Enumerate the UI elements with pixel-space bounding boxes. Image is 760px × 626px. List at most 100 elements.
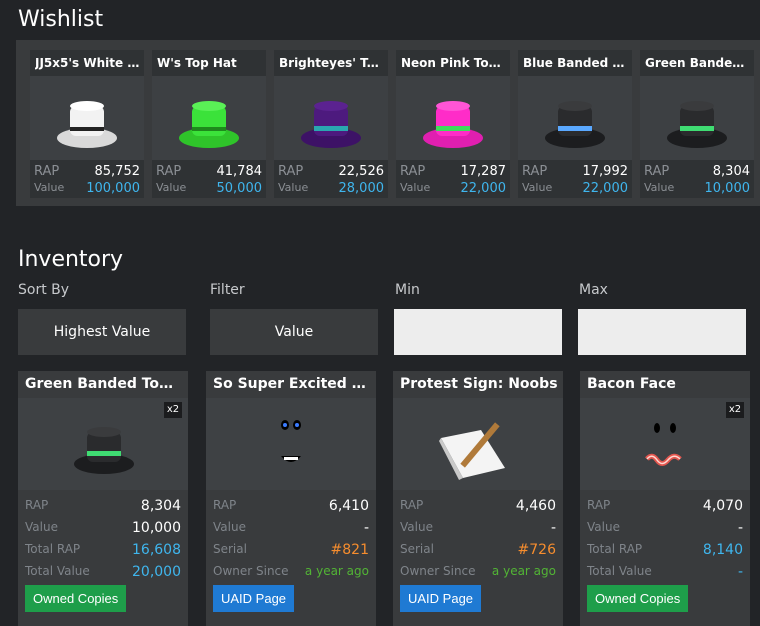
wishlist-item-name[interactable]: W's Top Hat [157, 56, 263, 70]
rap-label: RAP [156, 164, 182, 179]
rap-value: 22,526 [338, 164, 385, 179]
stat-label: RAP [400, 498, 424, 512]
wishlist-card[interactable]: Blue Banded Top Hat RAP 17,992 Value 22,00… [518, 50, 632, 198]
inventory-item-name[interactable]: Bacon Face [587, 376, 745, 392]
value-label: Value [34, 181, 65, 194]
inventory-card[interactable]: Protest Sign: Noobs RAP 4,460 Value - Seri… [393, 371, 563, 626]
purple-top-hat-icon[interactable] [274, 76, 388, 160]
pink-top-hat-icon[interactable] [396, 76, 510, 160]
owned-copies-button[interactable]: Owned Copies [25, 585, 127, 612]
green-top-hat-icon[interactable] [152, 76, 266, 160]
sort-by-dropdown[interactable]: Highest Value [18, 309, 186, 355]
value-label: Value [278, 181, 309, 194]
stat-label: Value [213, 520, 246, 534]
max-input[interactable] [578, 309, 746, 355]
wishlist-item-name[interactable]: Blue Banded Top Hat [523, 56, 629, 70]
value-amount: 22,000 [582, 181, 629, 196]
stat-value: - [363, 520, 369, 536]
inventory-item-name[interactable]: So Super Excited - Blue [213, 376, 371, 392]
quantity-badge: x2 [164, 402, 182, 418]
rap-value: 17,992 [582, 164, 629, 179]
bacon-face-icon[interactable]: x2 [580, 398, 750, 490]
protest-sign-icon[interactable] [393, 398, 563, 490]
value-amount: 100,000 [86, 181, 140, 196]
value-label: Value [522, 181, 553, 194]
wishlist-heading: Wishlist [18, 7, 104, 32]
wishlist-item-name[interactable]: JJ5x5's White Top Hat [35, 56, 141, 70]
rap-label: RAP [278, 164, 304, 179]
value-amount: 10,000 [704, 181, 751, 196]
green-banded-top-hat-icon[interactable]: x2 [18, 398, 188, 490]
filter-label: Filter [210, 282, 245, 298]
wishlist-card[interactable]: JJ5x5's White Top Hat RAP 85,752 Value 100… [30, 50, 144, 198]
stat-label: Serial [213, 542, 247, 556]
stat-value: 4,070 [702, 498, 743, 514]
wishlist-card[interactable]: Brighteyes' Top Hat RAP 22,526 Value 28,00… [274, 50, 388, 198]
stat-value: 10,000 [132, 520, 181, 536]
value-label: Value [400, 181, 431, 194]
stat-value: 16,608 [132, 542, 181, 558]
inventory-card[interactable]: Bacon Face x2 RAP 4,070 Value - Total RAP 8… [580, 371, 750, 626]
blue-banded-top-hat-icon[interactable] [518, 76, 632, 160]
filter-dropdown[interactable]: Value [210, 309, 378, 355]
stat-label: Total Value [25, 564, 90, 578]
serial-value: #726 [517, 542, 556, 558]
inventory-item-name[interactable]: Green Banded Top Hat [25, 376, 183, 392]
rap-label: RAP [644, 164, 670, 179]
white-top-hat-icon[interactable] [30, 76, 144, 160]
wishlist-card[interactable]: Neon Pink Top Hat RAP 17,287 Value 22,000 [396, 50, 510, 198]
wishlist-item-name[interactable]: Green Banded Top Hat [645, 56, 751, 70]
excited-face-icon[interactable] [206, 398, 376, 490]
wishlist-panel: JJ5x5's White Top Hat RAP 85,752 Value 100… [16, 40, 760, 206]
stat-label: Total RAP [587, 542, 643, 556]
stat-label: RAP [587, 498, 611, 512]
value-label: Value [644, 181, 675, 194]
value-amount: 22,000 [460, 181, 507, 196]
rap-label: RAP [34, 164, 60, 179]
uaid-page-button[interactable]: UAID Page [213, 585, 295, 612]
stat-value: - [737, 564, 743, 580]
stat-label: Owner Since [213, 564, 289, 578]
inventory-card[interactable]: So Super Excited - Blue RAP6,410 Value- … [206, 371, 376, 626]
min-input[interactable] [394, 309, 562, 355]
serial-value: #821 [330, 542, 369, 558]
stat-label: Serial [400, 542, 434, 556]
wishlist-item-name[interactable]: Neon Pink Top Hat [401, 56, 507, 70]
inventory-item-name[interactable]: Protest Sign: Noobs [400, 376, 558, 392]
stat-label: Value [25, 520, 58, 534]
wishlist-card[interactable]: Green Banded Top Hat RAP 8,304 Value 10,00… [640, 50, 754, 198]
stat-value: 6,410 [328, 498, 369, 514]
sort-by-label: Sort By [18, 282, 70, 298]
stat-value: - [550, 520, 556, 536]
green-banded-top-hat-icon[interactable] [640, 76, 754, 160]
wishlist-card[interactable]: W's Top Hat RAP 41,784 Value 50,000 [152, 50, 266, 198]
value-amount: 28,000 [338, 181, 385, 196]
stat-value: 20,000 [132, 564, 181, 580]
wishlist-item-name[interactable]: Brighteyes' Top Hat [279, 56, 385, 70]
inventory-heading: Inventory [18, 247, 124, 272]
owner-since-value: a year ago [491, 564, 556, 578]
owner-since-value: a year ago [304, 564, 369, 578]
value-amount: 50,000 [216, 181, 263, 196]
stat-value: - [737, 520, 743, 536]
stat-label: RAP [25, 498, 49, 512]
stat-label: Total Value [587, 564, 652, 578]
rap-label: RAP [400, 164, 426, 179]
stat-label: Total RAP [25, 542, 81, 556]
rap-label: RAP [522, 164, 548, 179]
inventory-card[interactable]: Green Banded Top Hat x2 RAP 8,304 Value 10… [18, 371, 188, 626]
owned-copies-button[interactable]: Owned Copies [587, 585, 689, 612]
quantity-badge: x2 [726, 402, 744, 418]
rap-value: 8,304 [712, 164, 750, 179]
max-label: Max [579, 282, 608, 298]
stat-label: RAP [213, 498, 237, 512]
min-label: Min [395, 282, 420, 298]
rap-value: 17,287 [460, 164, 507, 179]
value-label: Value [156, 181, 187, 194]
uaid-page-button[interactable]: UAID Page [400, 585, 482, 612]
rap-value: 41,784 [216, 164, 263, 179]
stat-value: 8,140 [702, 542, 743, 558]
stat-value: 4,460 [515, 498, 556, 514]
rap-value: 85,752 [94, 164, 141, 179]
stat-label: Value [587, 520, 620, 534]
